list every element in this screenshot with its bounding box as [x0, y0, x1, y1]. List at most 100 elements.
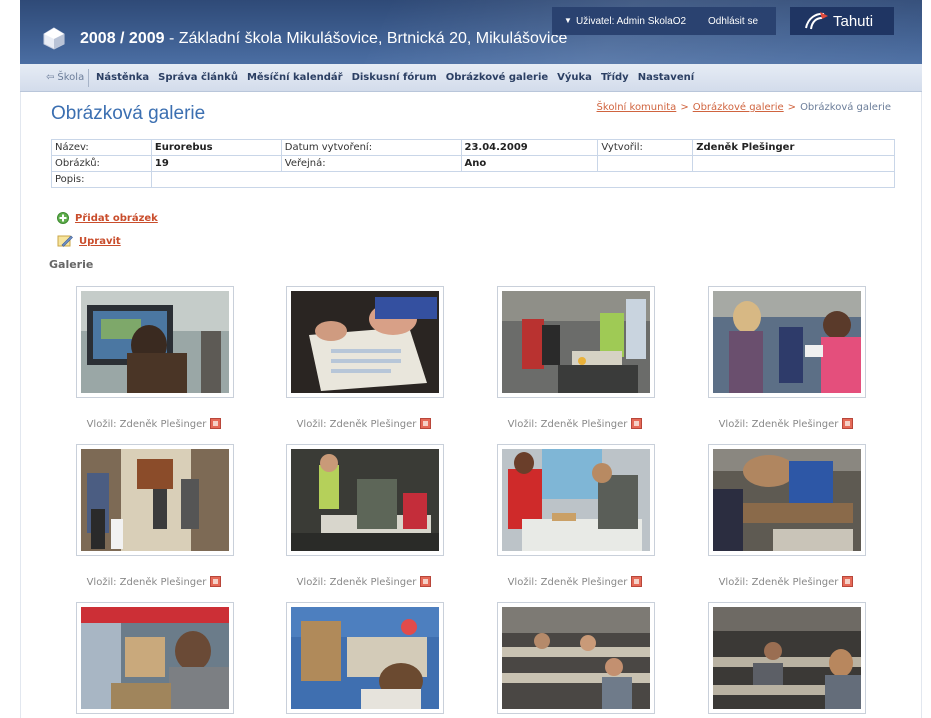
info-row: Název: Eurorebus Datum vytvoření: 23.04.…	[51, 139, 895, 156]
tahuti-logo-icon	[805, 12, 828, 30]
uploader-caption: Vložil: Zdeněk Plešinger	[274, 576, 454, 588]
uploader-label: Vložil: Zdeněk Plešinger	[507, 577, 628, 588]
author-value: Zdeněk Plešinger	[692, 139, 895, 156]
photo-image	[81, 291, 229, 393]
logout-link[interactable]: Odhlásit se	[708, 16, 758, 27]
delete-icon[interactable]	[631, 576, 643, 587]
main-nav: ⇦ Škola Nástěnka Správa článků Měsíční ka…	[20, 64, 922, 92]
main-content: Obrázková galerie Školní komunita > Obrázk…	[20, 92, 922, 718]
photo-image	[81, 607, 229, 709]
created-value: 23.04.2009	[460, 139, 599, 156]
public-label: Veřejná:	[280, 155, 462, 172]
photo-image	[502, 449, 650, 551]
delete-icon[interactable]	[210, 576, 222, 587]
delete-icon[interactable]	[420, 576, 432, 587]
name-label: Název:	[51, 139, 152, 156]
breadcrumb-separator: >	[680, 102, 689, 113]
gallery-thumbnail[interactable]	[497, 602, 655, 714]
nav-item-nastaveni[interactable]: Nastavení	[638, 72, 694, 83]
info-row: Popis:	[51, 171, 896, 188]
gallery-thumbnail[interactable]	[76, 444, 234, 556]
uploader-label: Vložil: Zdeněk Plešinger	[296, 419, 417, 430]
nav-item-nastenka[interactable]: Nástěnka	[96, 72, 149, 83]
breadcrumb-skolni-komunita[interactable]: Školní komunita	[597, 102, 677, 113]
gallery-thumbnail[interactable]	[708, 286, 866, 398]
user-bar: ▼ Uživatel: Admin SkolaO2 Odhlásit se	[552, 7, 776, 35]
delete-icon[interactable]	[210, 418, 222, 429]
school-name: - Základní škola Mikulášovice, Brtnická …	[164, 30, 568, 47]
photo-image	[291, 449, 439, 551]
gallery-thumbnail[interactable]	[286, 286, 444, 398]
page-title: Obrázková galerie	[51, 103, 206, 124]
edit-icon	[57, 235, 73, 247]
gallery-thumbnail[interactable]	[76, 602, 234, 714]
uploader-label: Vložil: Zdeněk Plešinger	[718, 419, 839, 430]
uploader-label: Vložil: Zdeněk Plešinger	[507, 419, 628, 430]
uploader-label: Vložil: Zdeněk Plešinger	[296, 577, 417, 588]
gallery-thumbnail[interactable]	[286, 602, 444, 714]
uploader-caption: Vložil: Zdeněk Plešinger	[696, 418, 876, 430]
desc-value	[150, 171, 896, 188]
name-value: Eurorebus	[150, 139, 282, 156]
add-image-button[interactable]: Přidat obrázek	[57, 212, 158, 224]
photo-image	[291, 607, 439, 709]
photo-image	[502, 291, 650, 393]
nav-home-link[interactable]: ⇦ Škola	[46, 72, 84, 83]
uploader-label: Vložil: Zdeněk Plešinger	[86, 419, 207, 430]
empty-cell	[692, 155, 895, 172]
uploader-caption: Vložil: Zdeněk Plešinger	[64, 418, 244, 430]
nav-item-obrazkove-galerie[interactable]: Obrázkové galerie	[446, 72, 548, 83]
photo-image	[81, 449, 229, 551]
uploader-caption: Vložil: Zdeněk Plešinger	[485, 418, 665, 430]
photo-image	[713, 449, 861, 551]
photo-image	[713, 291, 861, 393]
gallery-heading: Galerie	[49, 258, 94, 271]
delete-icon[interactable]	[420, 418, 432, 429]
gallery-thumbnail[interactable]	[708, 444, 866, 556]
add-image-label: Přidat obrázek	[75, 212, 158, 224]
add-icon	[57, 212, 69, 224]
nav-item-vyuka[interactable]: Výuka	[557, 72, 592, 83]
gallery-thumbnail[interactable]	[708, 602, 866, 714]
desc-label: Popis:	[51, 171, 152, 188]
brand-name: Tahuti	[833, 13, 874, 30]
nav-divider	[88, 69, 89, 87]
breadcrumb-separator: >	[787, 102, 797, 113]
gallery-thumbnail[interactable]	[497, 286, 655, 398]
gallery-thumbnail[interactable]	[286, 444, 444, 556]
photo-image	[291, 291, 439, 393]
chevron-down-icon[interactable]: ▼	[564, 16, 572, 25]
breadcrumb-obrazkove-galerie[interactable]: Obrázkové galerie	[693, 102, 784, 113]
photo-image	[502, 607, 650, 709]
count-label: Obrázků:	[51, 155, 152, 172]
delete-icon[interactable]	[842, 576, 854, 587]
breadcrumb-current: Obrázková galerie	[800, 102, 891, 113]
site-title: 2008 / 2009 - Základní škola Mikulášovic…	[80, 30, 567, 48]
info-row: Obrázků: 19 Veřejná: Ano	[51, 155, 895, 172]
delete-icon[interactable]	[842, 418, 854, 429]
delete-icon[interactable]	[631, 418, 643, 429]
edit-label: Upravit	[79, 235, 121, 247]
gallery-thumbnail[interactable]	[76, 286, 234, 398]
nav-item-sprava-clanku[interactable]: Správa článků	[158, 72, 238, 83]
school-year: 2008 / 2009	[80, 30, 165, 47]
created-label: Datum vytvoření:	[280, 139, 462, 156]
nav-home-label: Škola	[57, 72, 85, 83]
nav-item-mesicni-kalendar[interactable]: Měsíční kalendář	[247, 72, 343, 83]
uploader-caption: Vložil: Zdeněk Plešinger	[274, 418, 454, 430]
count-value: 19	[150, 155, 282, 172]
uploader-caption: Vložil: Zdeněk Plešinger	[64, 576, 244, 588]
brand-logo[interactable]: Tahuti	[790, 7, 894, 35]
nav-item-diskusni-forum[interactable]: Diskusní fórum	[352, 72, 437, 83]
school-logo-icon	[43, 27, 65, 50]
uploader-caption: Vložil: Zdeněk Plešinger	[696, 576, 876, 588]
gallery-thumbnail[interactable]	[497, 444, 655, 556]
edit-button[interactable]: Upravit	[57, 234, 121, 248]
uploader-label: Vložil: Zdeněk Plešinger	[718, 577, 839, 588]
author-label: Vytvořil:	[597, 139, 694, 156]
nav-item-tridy[interactable]: Třídy	[601, 72, 629, 83]
photo-image	[713, 607, 861, 709]
current-user[interactable]: Uživatel: Admin SkolaO2	[576, 16, 686, 27]
nav-items: Nástěnka Správa článků Měsíční kalendář …	[96, 72, 694, 83]
empty-cell	[597, 155, 694, 172]
